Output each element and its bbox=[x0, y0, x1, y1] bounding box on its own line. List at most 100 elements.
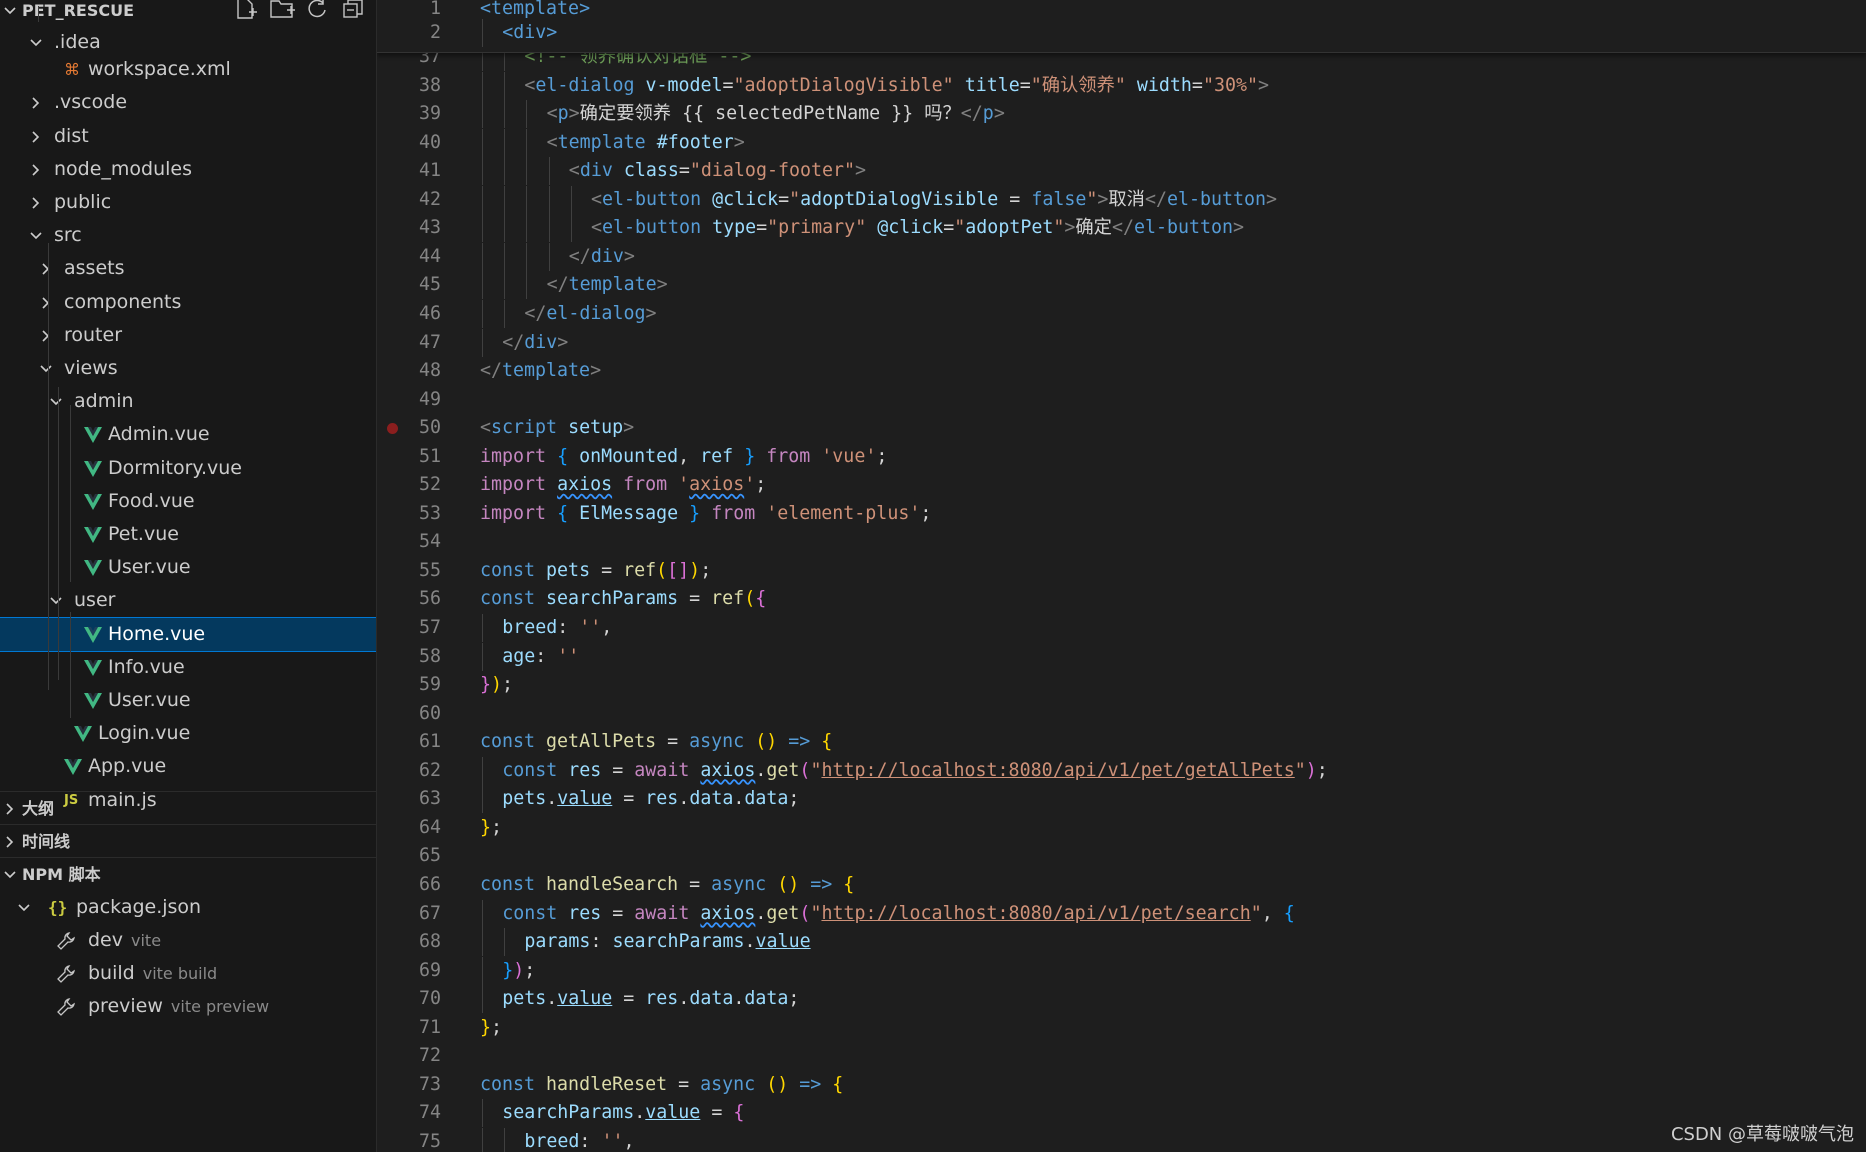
code-line-62[interactable]: 62 const res = await axios.get("http://lo… bbox=[377, 756, 1866, 785]
folder-router[interactable]: router bbox=[0, 319, 376, 352]
folder-public[interactable]: public bbox=[0, 186, 376, 219]
code-line-64[interactable]: 64}; bbox=[377, 814, 1866, 842]
code-text: const res = await axios.get("http://loca… bbox=[502, 902, 1295, 924]
code-line-49[interactable]: 49 bbox=[377, 386, 1866, 414]
refresh-icon[interactable] bbox=[306, 0, 332, 22]
code-line-40[interactable]: 40 <template #footer> bbox=[377, 128, 1866, 157]
npm-script-build[interactable]: build vite build bbox=[0, 957, 376, 990]
code-line-53[interactable]: 53 import { ElMessage } from 'element-plu… bbox=[377, 500, 1866, 528]
outline-section-header[interactable]: 大纲 bbox=[0, 792, 376, 825]
line-number: 63 bbox=[418, 788, 441, 810]
code-line-68[interactable]: 68 params: searchParams.value bbox=[377, 928, 1866, 957]
indent-guide bbox=[482, 1127, 483, 1152]
file-admin-vue[interactable]: Admin.vue bbox=[0, 418, 376, 451]
file-pet-vue[interactable]: Pet.vue bbox=[0, 518, 376, 551]
file-app-vue[interactable]: App.vue bbox=[0, 750, 376, 783]
code-line-2[interactable]: 2 <div> bbox=[377, 19, 1866, 47]
code-line-54[interactable]: 54 bbox=[377, 528, 1866, 556]
file-info-vue[interactable]: Info.vue bbox=[0, 651, 376, 684]
wrench-icon bbox=[56, 924, 76, 957]
npm-script-dev[interactable]: dev vite bbox=[0, 924, 376, 957]
csdn-watermark: CSDN @草莓啵啵气泡 bbox=[1670, 1124, 1854, 1145]
code-line-72[interactable]: 72 bbox=[377, 1042, 1866, 1070]
code-line-71[interactable]: 71}; bbox=[377, 1014, 1866, 1042]
file-user-vue[interactable]: User.vue bbox=[0, 551, 376, 584]
new-folder-icon[interactable] bbox=[270, 0, 296, 22]
folder-components[interactable]: components bbox=[0, 286, 376, 319]
sticky-scroll-header[interactable]: 1 <template> 2 <div> bbox=[377, 0, 1866, 53]
code-line-52[interactable]: 52 import axios from 'axios'; bbox=[377, 471, 1866, 499]
folder-assets[interactable]: assets bbox=[0, 252, 376, 285]
code-line-73[interactable]: 73 const handleReset = async () => { bbox=[377, 1071, 1866, 1099]
explorer-project-header[interactable]: PET_RESCUE bbox=[0, 0, 376, 27]
file-home-vue[interactable]: Home.vue bbox=[0, 616, 376, 652]
collapse-all-icon[interactable] bbox=[342, 0, 368, 22]
code-line-44[interactable]: 44 </div> bbox=[377, 242, 1866, 271]
line-number: 64 bbox=[418, 816, 441, 838]
chevron-down-icon bbox=[2, 858, 18, 891]
code-line-59[interactable]: 59}); bbox=[377, 671, 1866, 699]
code-line-69[interactable]: 69}); bbox=[377, 956, 1866, 985]
indent-guide bbox=[504, 214, 506, 243]
folder-dist[interactable]: dist bbox=[0, 120, 376, 153]
code-line-63[interactable]: 63 pets.value = res.data.data; bbox=[377, 785, 1866, 814]
indent-guide bbox=[548, 157, 550, 186]
code-line-46[interactable]: 46 </el-dialog> bbox=[377, 299, 1866, 328]
npm-package-row[interactable]: {} package.json bbox=[0, 891, 376, 924]
npm-scripts-section-header[interactable]: NPM 脚本 bbox=[0, 858, 376, 891]
code-text: const res = await axios.get("http://loca… bbox=[502, 759, 1328, 781]
code-line-39[interactable]: 39 <p>确定要领养 {{ selectedPetName }} 吗？</p> bbox=[377, 100, 1866, 129]
code-text: import { ElMessage } from 'element-plus'… bbox=[480, 502, 932, 524]
code-line-65[interactable]: 65 bbox=[377, 842, 1866, 870]
code-line-42[interactable]: 42 <el-button @click="adoptDialogVisible … bbox=[377, 185, 1866, 214]
file-workspace-xml[interactable]: ⌘ workspace.xml bbox=[0, 53, 376, 86]
code-line-50[interactable]: 50 <script setup> bbox=[377, 414, 1866, 442]
code-line-70[interactable]: 70 pets.value = res.data.data; bbox=[377, 985, 1866, 1014]
folder-admin[interactable]: admin bbox=[0, 385, 376, 418]
code-line-48[interactable]: 48 </template> bbox=[377, 357, 1866, 385]
folder-vscode[interactable]: .vscode bbox=[0, 86, 376, 119]
code-editor[interactable]: 1 <template> 2 <div> 37 <!-- 领养确认对话框 --> 38 <e… bbox=[377, 0, 1866, 1152]
code-line-45[interactable]: 45 </template> bbox=[377, 271, 1866, 300]
file-user-vue[interactable]: User.vue bbox=[0, 684, 376, 717]
code-line-67[interactable]: 67 const res = await axios.get("http://lo… bbox=[377, 899, 1866, 928]
line-number: 56 bbox=[418, 588, 441, 610]
code-line-58[interactable]: 58 age: '' bbox=[377, 642, 1866, 671]
line-number: 38 bbox=[418, 74, 441, 96]
code-line-47[interactable]: 47 </div> bbox=[377, 328, 1866, 357]
chevron-right-icon bbox=[2, 825, 18, 858]
code-line-74[interactable]: 74 searchParams.value = { bbox=[377, 1099, 1866, 1128]
explorer-sidebar: PET_RESCUE .idea ⌘ workspace.xml .vscode dis… bbox=[0, 0, 377, 1152]
indent-guide bbox=[526, 100, 528, 129]
indent-guide bbox=[70, 612, 71, 718]
file-food-vue[interactable]: Food.vue bbox=[0, 485, 376, 518]
indent-guide bbox=[526, 214, 528, 243]
file-login-vue[interactable]: Login.vue bbox=[0, 717, 376, 750]
new-file-icon[interactable] bbox=[234, 0, 260, 22]
folder-node-modules[interactable]: node_modules bbox=[0, 153, 376, 186]
tree-item-label: views bbox=[64, 357, 118, 379]
code-line-57[interactable]: 57 breed: '', bbox=[377, 614, 1866, 642]
line-number: 43 bbox=[418, 217, 441, 239]
code-line-41[interactable]: 41 <div class="dialog-footer"> bbox=[377, 157, 1866, 186]
folder-src[interactable]: src bbox=[0, 219, 376, 252]
npm-script-preview[interactable]: preview vite preview bbox=[0, 990, 376, 1023]
folder-views[interactable]: views bbox=[0, 352, 376, 385]
code-line-60[interactable]: 60 bbox=[377, 700, 1866, 728]
code-line-51[interactable]: 51 import { onMounted, ref } from 'vue'; bbox=[377, 443, 1866, 471]
code-line-56[interactable]: 56 const searchParams = ref({ bbox=[377, 585, 1866, 613]
timeline-section-header[interactable]: 时间线 bbox=[0, 825, 376, 858]
tree-item-label: Admin.vue bbox=[108, 423, 210, 446]
folder-user[interactable]: user bbox=[0, 584, 376, 617]
file-dormitory-vue[interactable]: Dormitory.vue bbox=[0, 452, 376, 485]
indent-guide bbox=[504, 71, 506, 100]
line-number: 69 bbox=[418, 959, 441, 981]
code-line-38[interactable]: 38 <el-dialog v-model="adoptDialogVisible… bbox=[377, 71, 1866, 100]
code-line-55[interactable]: 55 const pets = ref([]); bbox=[377, 557, 1866, 585]
code-line-75[interactable]: 75 breed: '', bbox=[377, 1127, 1866, 1152]
code-line-61[interactable]: 61 const getAllPets = async () => { bbox=[377, 728, 1866, 756]
line-number: 40 bbox=[418, 131, 441, 153]
indent-guide bbox=[548, 242, 550, 271]
code-line-66[interactable]: 66 const handleSearch = async () => { bbox=[377, 871, 1866, 899]
code-line-43[interactable]: 43 <el-button type="primary" @click="adop… bbox=[377, 214, 1866, 243]
